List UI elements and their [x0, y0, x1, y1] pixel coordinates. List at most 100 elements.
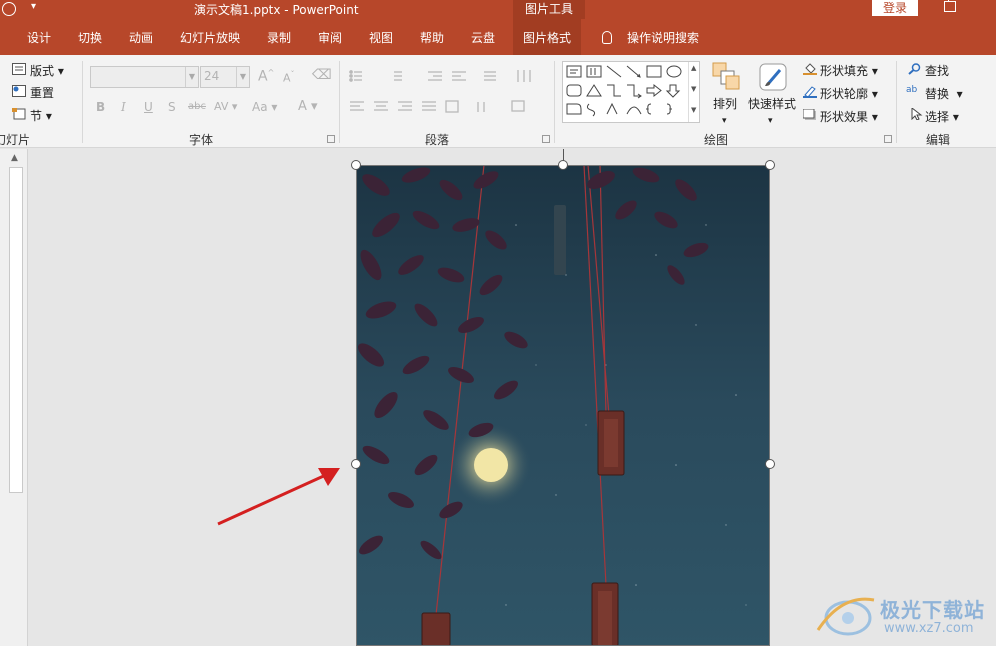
- thumbnail-scrollbar[interactable]: ▲: [9, 153, 23, 646]
- watermark-logo-icon: [816, 597, 875, 636]
- tab-slideshow[interactable]: 幻灯片放映: [180, 19, 240, 55]
- tab-view[interactable]: 视图: [369, 19, 393, 55]
- gallery-scroller[interactable]: ▲ ▼ ▼: [688, 62, 699, 122]
- strikethrough-button[interactable]: abc: [188, 101, 206, 112]
- watermark-title: 极光下载站: [880, 598, 985, 622]
- tab-animations[interactable]: 动画: [129, 19, 153, 55]
- section-icon: [12, 108, 26, 120]
- arrange-button[interactable]: 排列 ▾: [713, 95, 737, 126]
- char-spacing-label: AV: [214, 100, 229, 113]
- site-watermark: 极光下载站 www.xz7.com: [812, 586, 996, 646]
- shape-effects-icon: [803, 109, 816, 120]
- paragraph-row2-icons[interactable]: [348, 100, 548, 114]
- section-button[interactable]: 节 ▾: [30, 107, 52, 124]
- replace-icon: ab: [906, 85, 918, 95]
- shape-outline-label: 形状轮廓: [820, 87, 869, 101]
- tab-review[interactable]: 审阅: [318, 19, 342, 55]
- tab-picture-format[interactable]: 图片格式: [513, 19, 582, 55]
- shrink-font-button[interactable]: Aˇ: [283, 70, 295, 85]
- group-separator: [82, 61, 83, 143]
- drawing-group-label: 绘图: [704, 133, 729, 147]
- shape-effects-label: 形状效果: [820, 110, 869, 124]
- quick-styles-label: 快速样式: [748, 97, 797, 111]
- tab-record[interactable]: 录制: [267, 19, 291, 55]
- reset-icon: [12, 85, 26, 97]
- quick-styles-icon: [759, 63, 787, 91]
- ribbon: 版式 ▾ 重置 节 ▾ 幻灯片 ▼ 24 ▼ A^ Aˇ ⌫ B I U S a…: [0, 55, 996, 148]
- font-color-label: A: [298, 99, 307, 114]
- scroll-up-icon[interactable]: ▲: [691, 64, 696, 72]
- bold-button[interactable]: B: [96, 100, 105, 114]
- arrange-label: 排列: [713, 97, 738, 111]
- window-title: 演示文稿1.pptx - PowerPoint: [194, 3, 359, 17]
- cursor-select-icon: [911, 108, 923, 120]
- font-size-combo[interactable]: 24 ▼: [200, 66, 250, 88]
- scrollbar-thumb[interactable]: [9, 167, 23, 493]
- annotation-arrow-icon: [217, 468, 340, 526]
- scroll-down-icon[interactable]: ▼: [691, 85, 696, 93]
- change-case-label: Aa: [252, 100, 268, 114]
- grow-font-button[interactable]: A^: [258, 68, 274, 85]
- paint-bucket-icon: [803, 63, 817, 75]
- shapes-gallery[interactable]: ▲ ▼ ▼: [562, 61, 700, 123]
- shape-outline-button[interactable]: 形状轮廓 ▾: [820, 85, 878, 102]
- chevron-down-icon: ▼: [236, 67, 249, 87]
- font-name-combo[interactable]: ▼: [90, 66, 199, 88]
- quick-styles-button[interactable]: 快速样式 ▾: [748, 95, 796, 126]
- paragraph-dialog-launcher-icon[interactable]: [542, 135, 550, 143]
- quick-access-dropdown-icon[interactable]: ▾: [31, 1, 36, 12]
- shape-fill-label: 形状填充: [820, 64, 869, 78]
- change-case-button[interactable]: Aa ▾: [252, 100, 277, 114]
- arrange-icon: [712, 62, 740, 90]
- gallery-more-icon[interactable]: ▼: [691, 106, 696, 114]
- paragraph-row1-icons[interactable]: [348, 69, 548, 83]
- find-button[interactable]: 查找: [925, 62, 949, 79]
- group-separator: [554, 61, 555, 143]
- resize-handle-top-right[interactable]: [765, 160, 775, 170]
- reset-button[interactable]: 重置: [30, 84, 54, 101]
- shapes-gallery-icons[interactable]: [563, 62, 689, 122]
- shape-fill-button[interactable]: 形状填充 ▾: [820, 62, 878, 79]
- lightbulb-icon: [602, 31, 612, 44]
- font-dialog-launcher-icon[interactable]: [327, 135, 335, 143]
- grow-font-label: A: [258, 68, 268, 85]
- clear-formatting-icon[interactable]: ⌫: [312, 67, 332, 83]
- paragraph-group-label: 段落: [425, 133, 450, 147]
- group-separator: [339, 61, 340, 143]
- picture-tools-context-label: 图片工具: [513, 0, 585, 19]
- resize-handle-right[interactable]: [765, 459, 775, 469]
- tab-transitions[interactable]: 切换: [78, 19, 102, 55]
- underline-button[interactable]: U: [144, 100, 153, 114]
- editing-group-label: 编辑: [926, 133, 951, 147]
- tab-design[interactable]: 设计: [27, 19, 51, 55]
- resize-handle-left[interactable]: [351, 459, 361, 469]
- select-button[interactable]: 选择 ▾: [925, 108, 959, 125]
- text-shadow-button[interactable]: S: [168, 100, 176, 114]
- search-icon: [908, 63, 921, 75]
- italic-button[interactable]: I: [121, 100, 126, 114]
- char-spacing-button[interactable]: AV ▾: [214, 100, 237, 113]
- resize-handle-top[interactable]: [558, 160, 568, 170]
- select-label: 选择: [925, 110, 950, 124]
- drawing-dialog-launcher-icon[interactable]: [884, 135, 892, 143]
- tab-cloud[interactable]: 云盘: [471, 19, 495, 55]
- scroll-up-icon[interactable]: ▲: [11, 153, 18, 163]
- tab-help[interactable]: 帮助: [420, 19, 444, 55]
- font-color-button[interactable]: A ▾: [298, 99, 318, 114]
- ribbon-display-options-icon[interactable]: [944, 0, 956, 12]
- resize-handle-top-left[interactable]: [351, 160, 361, 170]
- shape-effects-button[interactable]: 形状效果 ▾: [820, 108, 878, 125]
- replace-button[interactable]: 替换 ▾: [925, 85, 963, 102]
- layout-icon: [12, 63, 26, 75]
- replace-label: 替换: [925, 87, 950, 101]
- watermark-url: www.xz7.com: [884, 621, 974, 636]
- login-button[interactable]: 登录: [872, 0, 918, 16]
- group-separator: [896, 61, 897, 143]
- font-group-label: 字体: [189, 133, 214, 147]
- moon-night-photo[interactable]: [356, 165, 770, 646]
- tell-me-search[interactable]: 操作说明搜索: [627, 19, 699, 55]
- search-app-icon[interactable]: [2, 2, 16, 16]
- layout-button[interactable]: 版式 ▾: [30, 62, 64, 79]
- pen-outline-icon: [803, 86, 817, 98]
- section-label: 节: [30, 109, 43, 123]
